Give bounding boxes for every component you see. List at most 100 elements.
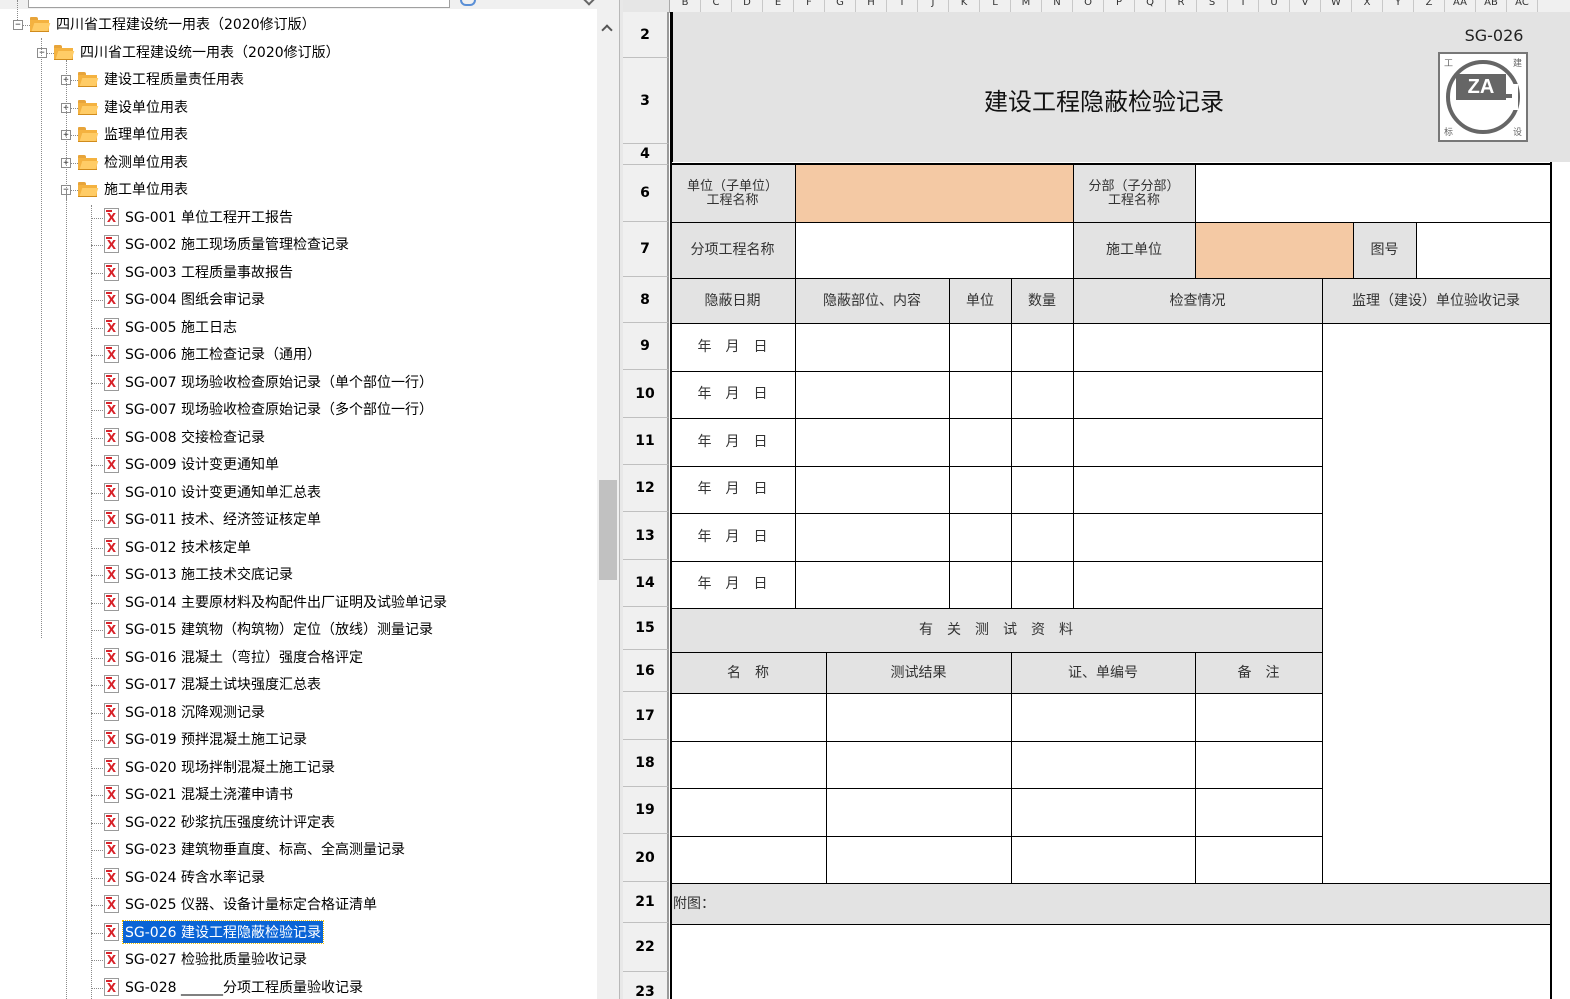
column-header[interactable]: E — [763, 0, 794, 12]
column-header[interactable]: G — [825, 0, 856, 12]
row-header[interactable]: 10 — [623, 370, 669, 418]
row-header[interactable]: 23 — [623, 972, 669, 999]
tree-file-node[interactable]: X SG-005 施工日志 — [104, 317, 239, 337]
tree-file-node[interactable]: X SG-016 混凝土（弯拉）强度合格评定 — [104, 647, 365, 667]
tree-file-node[interactable]: X SG-018 沉降观测记录 — [104, 702, 267, 722]
tree-file-node[interactable]: X SG-027 检验批质量验收记录 — [104, 949, 309, 969]
row-header[interactable]: 14 — [623, 560, 669, 607]
column-header[interactable]: N — [1042, 0, 1073, 12]
column-header[interactable]: T — [1228, 0, 1259, 12]
row-header[interactable]: 17 — [623, 692, 669, 740]
row-header[interactable]: 13 — [623, 512, 669, 560]
tree-file-node[interactable]: X SG-028 ______分项工程质量验收记录 — [104, 977, 365, 997]
hidden-date-cell[interactable]: 年 月 日 — [670, 418, 795, 465]
column-header[interactable]: H — [856, 0, 887, 12]
column-header[interactable]: W — [1321, 0, 1352, 12]
tree-file-node[interactable]: X SG-007 现场验收检查原始记录（多个部位一行） — [104, 399, 435, 419]
unit-project-input[interactable] — [795, 165, 1073, 222]
column-header[interactable]: Q — [1135, 0, 1166, 12]
tree-file-node[interactable]: X SG-015 建筑物（构筑物）定位（放线）测量记录 — [104, 619, 435, 639]
row-header[interactable]: 19 — [623, 787, 669, 834]
tree-file-node[interactable]: X SG-007 现场验收检查原始记录（单个部位一行） — [104, 372, 435, 392]
column-header[interactable]: I — [887, 0, 918, 12]
row-header[interactable]: 8 — [623, 277, 669, 323]
tree-file-node[interactable]: X SG-002 施工现场质量管理检查记录 — [104, 234, 351, 254]
worksheet[interactable]: SG-026 ZA 工 建 标 设 建设工程隐蔽检验记录 单位（子单位） 工程名… — [670, 12, 1570, 999]
drawing-no-input[interactable] — [1416, 222, 1550, 278]
tree-file-node[interactable]: X SG-001 单位工程开工报告 — [104, 207, 295, 227]
row-header[interactable]: 4 — [623, 144, 669, 165]
tree-file-node[interactable]: X SG-026 建设工程隐蔽检验记录 — [104, 919, 324, 944]
column-header[interactable]: K — [949, 0, 980, 12]
tree-file-node[interactable]: X SG-010 设计变更通知单汇总表 — [104, 482, 323, 502]
column-header[interactable]: S — [1197, 0, 1228, 12]
tree-file-node[interactable]: X SG-021 混凝土浇灌申请书 — [104, 784, 295, 804]
column-header[interactable]: Z — [1414, 0, 1445, 12]
tree-file-node[interactable]: X SG-004 图纸会审记录 — [104, 289, 267, 309]
collapse-icon[interactable]: − — [13, 20, 23, 30]
column-header[interactable]: F — [794, 0, 825, 12]
tree-folder-node[interactable]: 施工单位用表 — [78, 179, 190, 199]
supervision-record-input[interactable] — [1322, 323, 1550, 883]
column-header[interactable]: B — [670, 0, 701, 12]
tree-file-node[interactable]: X SG-008 交接检查记录 — [104, 427, 267, 447]
row-header[interactable]: 7 — [623, 222, 669, 277]
column-header[interactable]: J — [918, 0, 949, 12]
column-header[interactable]: O — [1073, 0, 1104, 12]
tree-file-node[interactable]: X SG-013 施工技术交底记录 — [104, 564, 295, 584]
row-header[interactable]: 21 — [623, 882, 669, 923]
row-header[interactable]: 22 — [623, 923, 669, 972]
tree-file-node[interactable]: X SG-019 预拌混凝土施工记录 — [104, 729, 309, 749]
contractor-input[interactable] — [1195, 222, 1353, 278]
row-header[interactable]: 20 — [623, 834, 669, 882]
select-all-corner[interactable] — [623, 0, 670, 12]
column-header[interactable]: P — [1104, 0, 1135, 12]
column-header[interactable]: R — [1166, 0, 1197, 12]
row-header[interactable]: 2 — [623, 12, 669, 58]
tree-folder-node[interactable]: 四川省工程建设统一用表（2020修订版） — [30, 14, 318, 34]
sub-project-input[interactable] — [1195, 165, 1550, 222]
item-project-input[interactable] — [795, 222, 1073, 278]
column-header[interactable]: M — [1011, 0, 1042, 12]
tree-file-node[interactable]: X SG-024 砖含水率记录 — [104, 867, 267, 887]
column-header[interactable]: V — [1290, 0, 1321, 12]
hidden-date-cell[interactable]: 年 月 日 — [670, 371, 795, 418]
hidden-date-cell[interactable]: 年 月 日 — [670, 513, 795, 560]
row-header[interactable]: 16 — [623, 650, 669, 692]
row-header[interactable]: 6 — [623, 165, 669, 222]
row-header[interactable]: 3 — [623, 58, 669, 144]
tree-file-node[interactable]: X SG-014 主要原材料及构配件出厂证明及试验单记录 — [104, 592, 449, 612]
attachment-area[interactable] — [670, 924, 1550, 999]
tree-folder-node[interactable]: 监理单位用表 — [78, 124, 190, 144]
column-header[interactable]: U — [1259, 0, 1290, 12]
tree-file-node[interactable]: X SG-011 技术、经济签证核定单 — [104, 509, 323, 529]
row-header[interactable]: 15 — [623, 607, 669, 650]
column-header[interactable]: D — [732, 0, 763, 12]
tree-search-input[interactable] — [28, 0, 450, 8]
tree-file-node[interactable]: X SG-025 仪器、设备计量标定合格证清单 — [104, 894, 379, 914]
tree-file-node[interactable]: X SG-017 混凝土试块强度汇总表 — [104, 674, 323, 694]
scrollbar-thumb[interactable] — [599, 480, 617, 580]
collapse-icon[interactable]: − — [37, 47, 47, 58]
tree-folder-node[interactable]: 建设工程质量责任用表 — [78, 69, 246, 89]
hidden-date-cell[interactable]: 年 月 日 — [670, 466, 795, 513]
row-header[interactable]: 18 — [623, 740, 669, 787]
tree-folder-node[interactable]: 建设单位用表 — [78, 97, 190, 117]
tree-folder-node[interactable]: 四川省工程建设统一用表（2020修订版） — [54, 42, 342, 62]
row-header[interactable]: 11 — [623, 418, 669, 465]
hidden-date-cell[interactable]: 年 月 日 — [670, 561, 795, 608]
scroll-up-icon[interactable] — [601, 24, 613, 36]
chevron-down-icon[interactable] — [583, 0, 595, 6]
column-header[interactable]: L — [980, 0, 1011, 12]
tree-folder-node[interactable]: 检测单位用表 — [78, 152, 190, 172]
tree-file-node[interactable]: X SG-003 工程质量事故报告 — [104, 262, 295, 282]
column-header[interactable]: AB — [1476, 0, 1507, 12]
search-icon[interactable] — [460, 0, 476, 6]
tree-file-node[interactable]: X SG-020 现场拌制混凝土施工记录 — [104, 757, 337, 777]
column-header[interactable]: AA — [1445, 0, 1476, 12]
tree-scrollbar[interactable] — [597, 0, 619, 999]
column-header[interactable]: Y — [1383, 0, 1414, 12]
row-header[interactable]: 9 — [623, 323, 669, 370]
tree-file-node[interactable]: X SG-012 技术核定单 — [104, 537, 253, 557]
column-header[interactable]: AC — [1507, 0, 1538, 12]
